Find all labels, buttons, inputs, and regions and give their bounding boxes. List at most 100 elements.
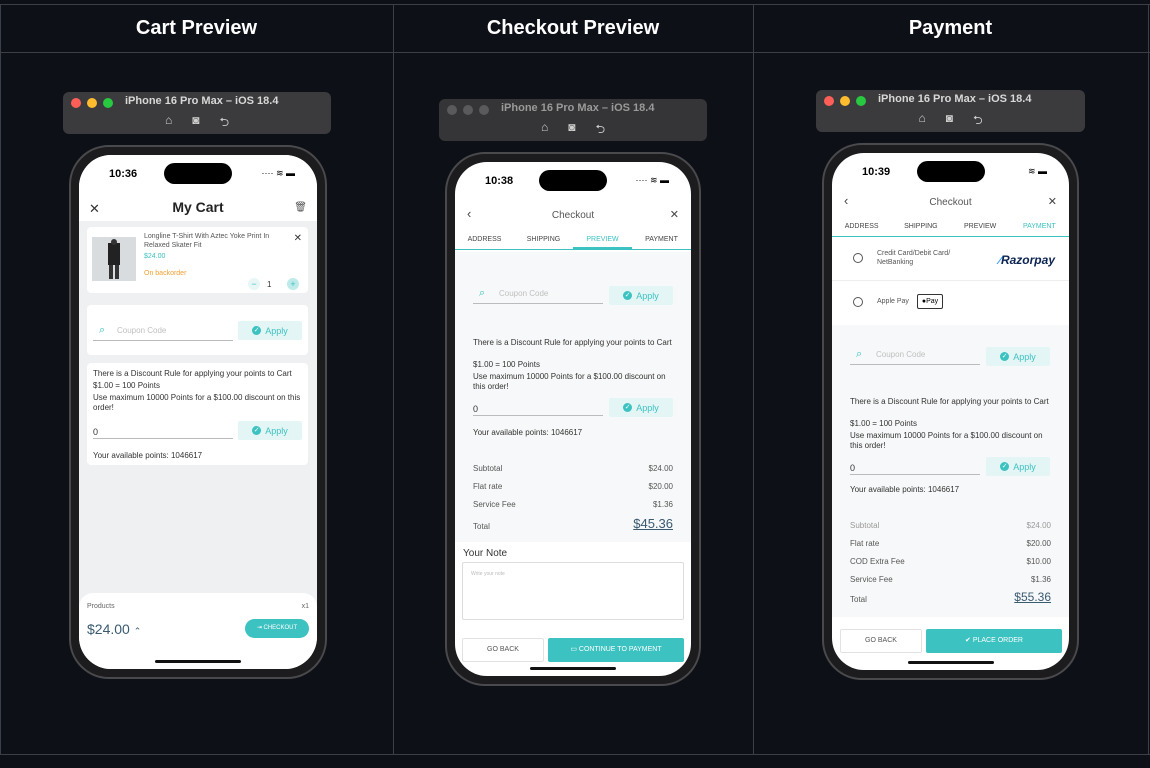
chevron-up-icon: ⌃: [133, 626, 142, 636]
zoom-window-icon[interactable]: [103, 98, 113, 108]
go-back-button[interactable]: GO BACK: [462, 638, 544, 662]
coupon-input[interactable]: ⌕ Coupon Code: [850, 345, 980, 365]
coupon-input[interactable]: ⌕ Coupon Code: [93, 321, 233, 341]
method-label: Credit Card/Debit Card/ NetBanking: [877, 250, 951, 266]
preview-content: ⌕ Coupon Code ✓ Apply There is a Discount…: [455, 252, 691, 542]
simulator-toolbar: iPhone 16 Pro Max – iOS 18.4 ⌂ ◙ ⮌: [63, 92, 331, 134]
column-title: Checkout Preview: [486, 17, 660, 39]
note-textarea[interactable]: Write your note: [462, 562, 684, 620]
minimize-window-icon[interactable]: [87, 98, 97, 108]
coupon-input[interactable]: ⌕ Coupon Code: [473, 284, 603, 304]
cod-fee-label: COD Extra Fee: [850, 557, 905, 566]
zoom-window-icon[interactable]: [479, 105, 489, 115]
tab-preview[interactable]: PREVIEW: [573, 232, 632, 249]
checkout-tabs: ADDRESS SHIPPING PREVIEW PAYMENT: [832, 219, 1069, 237]
radio-button[interactable]: [853, 253, 863, 263]
apply-points-button[interactable]: ✓ Apply: [609, 398, 673, 417]
total-value: $55.36: [1014, 590, 1051, 604]
apply-label: Apply: [636, 402, 659, 413]
apply-points-button[interactable]: ✓ Apply: [238, 421, 302, 440]
apple-pay-text: Pay: [926, 298, 939, 305]
checkout-button[interactable]: ⇥ CHECKOUT: [245, 619, 309, 638]
home-icon[interactable]: ⌂: [918, 111, 925, 132]
points-input[interactable]: 0: [473, 400, 603, 416]
dynamic-island: [916, 161, 985, 182]
apply-label: Apply: [1013, 461, 1036, 472]
rotate-icon[interactable]: ⮌: [973, 111, 983, 132]
home-icon[interactable]: ⌂: [541, 120, 548, 141]
apply-coupon-button[interactable]: ✓ Apply: [238, 321, 302, 340]
close-icon[interactable]: ✕: [1048, 195, 1057, 208]
points-card: There is a Discount Rule for applying yo…: [87, 363, 308, 465]
search-icon: ⌕: [856, 348, 863, 360]
apply-label: Apply: [265, 325, 288, 336]
minimize-window-icon[interactable]: [840, 96, 850, 106]
service-fee-value: $1.36: [1030, 575, 1051, 584]
trash-icon[interactable]: 🗑: [294, 202, 307, 213]
tab-address[interactable]: ADDRESS: [455, 232, 514, 249]
cart-total[interactable]: $24.00 ⌃: [87, 621, 141, 637]
points-rate: $1.00 = 100 Points: [473, 360, 540, 369]
decrease-qty-button[interactable]: −: [248, 278, 260, 290]
tab-payment[interactable]: PAYMENT: [1010, 219, 1069, 236]
home-icon[interactable]: ⌂: [165, 113, 172, 134]
tab-shipping[interactable]: SHIPPING: [514, 232, 573, 249]
dynamic-island: [164, 163, 232, 184]
apply-label: Apply: [1013, 351, 1036, 362]
points-input[interactable]: 0: [93, 423, 233, 439]
continue-to-payment-button[interactable]: ▭ CONTINUE TO PAYMENT: [548, 638, 684, 662]
go-back-button[interactable]: GO BACK: [840, 629, 922, 653]
remove-item-icon[interactable]: ✕: [294, 233, 302, 244]
points-rule: There is a Discount Rule for applying yo…: [473, 338, 672, 347]
apply-coupon-button[interactable]: ✓ Apply: [986, 347, 1050, 366]
points-input[interactable]: 0: [850, 459, 980, 475]
product-name[interactable]: Longline T-Shirt With Aztec Yoke Print I…: [144, 232, 279, 250]
tab-shipping[interactable]: SHIPPING: [891, 219, 950, 236]
continue-label: CONTINUE TO PAYMENT: [578, 646, 662, 653]
cart-total-value: $24.00: [87, 621, 130, 637]
payment-method-applepay[interactable]: Apple Pay ●Pay: [832, 281, 1069, 325]
rotate-icon[interactable]: ⮌: [595, 120, 605, 141]
screenshot-icon[interactable]: ◙: [568, 120, 575, 141]
tab-preview[interactable]: PREVIEW: [951, 219, 1010, 236]
tab-payment[interactable]: PAYMENT: [632, 232, 691, 249]
page-title: Checkout: [551, 210, 595, 221]
status-icons: ···· ≋ ▬: [261, 168, 295, 178]
check-circle-icon: ✔: [964, 637, 971, 644]
search-icon: ⌕: [99, 324, 106, 336]
zoom-window-icon[interactable]: [856, 96, 866, 106]
apple-pay-badge: ●Pay: [917, 294, 943, 309]
bottom-border: [0, 754, 1150, 755]
column-divider: [393, 4, 394, 754]
close-window-icon[interactable]: [824, 96, 834, 106]
apply-coupon-button[interactable]: ✓ Apply: [609, 286, 673, 305]
radio-button[interactable]: [853, 297, 863, 307]
flat-rate-label: Flat rate: [850, 539, 880, 548]
subtotal-label: Subtotal: [473, 464, 503, 473]
total-value: $45.36: [633, 516, 673, 531]
home-indicator: [530, 667, 616, 670]
apply-points-button[interactable]: ✓ Apply: [986, 457, 1050, 476]
simulator-title: iPhone 16 Pro Max – iOS 18.4: [501, 102, 655, 114]
check-icon: ✓: [623, 403, 633, 412]
screenshot-icon[interactable]: ◙: [946, 111, 953, 132]
place-order-button[interactable]: ✔ PLACE ORDER: [926, 629, 1062, 653]
phone-frame: 10:39 ≋ ▬ ‹ Checkout ✕ ADDRESS SHIPPING …: [822, 143, 1079, 680]
quantity-value: 1: [267, 280, 272, 289]
status-time: 10:36: [109, 168, 138, 180]
home-indicator: [155, 660, 241, 663]
header-divider: [0, 52, 1150, 53]
rotate-icon[interactable]: ⮌: [219, 113, 229, 134]
simulator-toolbar: iPhone 16 Pro Max – iOS 18.4 ⌂ ◙ ⮌: [816, 90, 1085, 132]
tab-address[interactable]: ADDRESS: [832, 219, 891, 236]
close-window-icon[interactable]: [447, 105, 457, 115]
increase-qty-button[interactable]: +: [287, 278, 299, 290]
available-points: Your available points: 1046617: [850, 485, 960, 494]
minimize-window-icon[interactable]: [463, 105, 473, 115]
payment-method-razorpay[interactable]: Credit Card/Debit Card/ NetBanking ⁄Razo…: [832, 239, 1069, 281]
points-max: Use maximum 10000 Points for a $100.00 d…: [850, 431, 1043, 450]
close-window-icon[interactable]: [71, 98, 81, 108]
screenshot-icon[interactable]: ◙: [192, 113, 199, 134]
checkout-screen: 10:38 ···· ≋ ▬ ‹ Checkout ✕ ADDRESS SHIP…: [455, 162, 691, 676]
close-icon[interactable]: ✕: [670, 208, 679, 221]
